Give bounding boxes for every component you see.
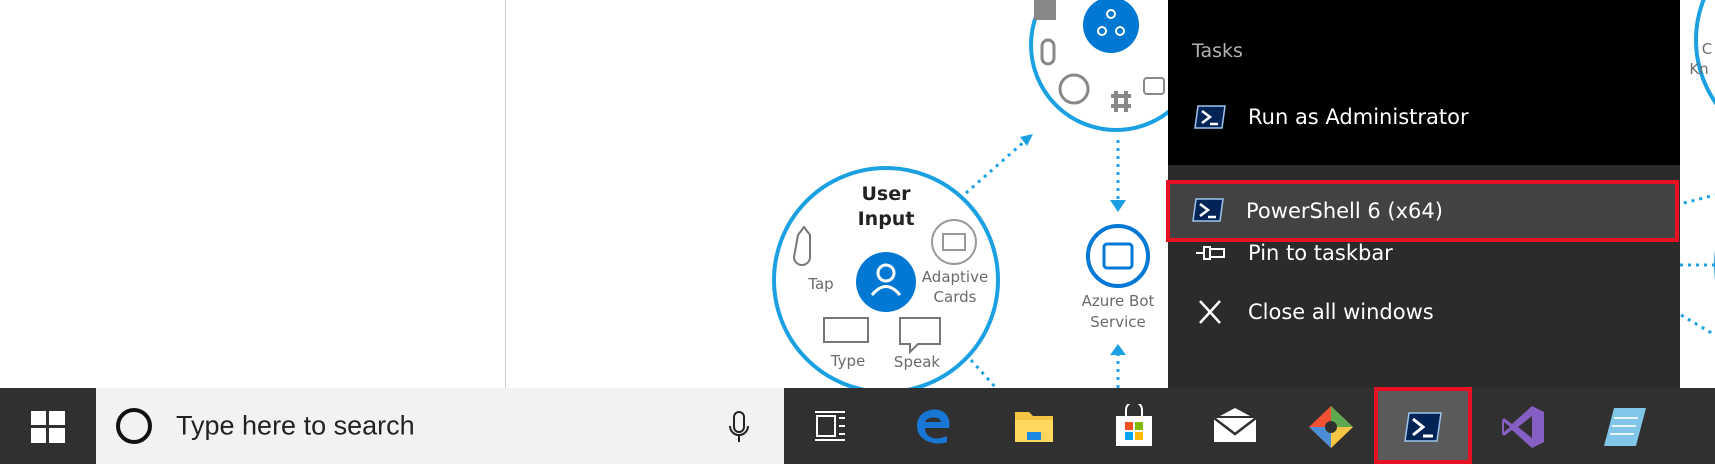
type-label: Type: [830, 352, 866, 370]
taskbar-search-box[interactable]: Type here to search: [96, 388, 784, 464]
task-view-icon: [815, 411, 845, 441]
powershell-6-label: PowerShell 6 (x64): [1246, 199, 1443, 223]
mail-icon: [1213, 408, 1257, 442]
right-edge-label-1: C: [1701, 40, 1713, 58]
tap-label: Tap: [808, 275, 834, 293]
adaptive-cards-label-1: Adaptive: [921, 268, 989, 286]
start-button[interactable]: [0, 388, 96, 464]
microphone-icon[interactable]: [728, 410, 750, 444]
chat-icon: [1143, 77, 1165, 95]
close-icon: [1199, 300, 1221, 324]
powershell-6-item[interactable]: PowerShell 6 (x64): [1166, 180, 1679, 242]
store-icon: [1116, 404, 1152, 446]
search-placeholder: Type here to search: [176, 410, 415, 441]
close-all-windows-label: Close all windows: [1248, 300, 1434, 324]
edge-button[interactable]: [889, 388, 977, 464]
speech-bubble-icon: [899, 317, 941, 355]
keyboard-icon: [823, 317, 869, 343]
right-edge-label-2: Kn: [1689, 60, 1709, 78]
notepad-button[interactable]: [1582, 388, 1670, 464]
teams-icon: [1034, 0, 1056, 20]
adaptive-cards-icon: [931, 219, 977, 265]
user-input-title-2: Input: [857, 208, 915, 230]
file-explorer-icon: [1015, 412, 1053, 442]
edge-icon: [917, 409, 950, 444]
jumplist-tasks-section: Tasks Run as Administrator: [1168, 0, 1680, 165]
pin-icon: [1196, 246, 1225, 260]
run-as-administrator-label: Run as Administrator: [1248, 105, 1469, 129]
mail-button[interactable]: [1190, 388, 1278, 464]
channels-hub-icon: [1083, 0, 1139, 53]
slack-icon: [1111, 91, 1131, 112]
pin-to-taskbar-label: Pin to taskbar: [1248, 241, 1393, 265]
powershell-taskbar-button[interactable]: [1374, 387, 1472, 464]
jumplist-tasks-header: Tasks: [1192, 40, 1243, 62]
cortana-icon: [116, 408, 152, 444]
adaptive-cards-label-2: Cards: [933, 288, 977, 306]
powershell-icon: [1194, 105, 1226, 129]
speak-label: Speak: [893, 353, 941, 371]
git-icon: [1309, 406, 1353, 448]
run-as-administrator-item[interactable]: Run as Administrator: [1168, 89, 1680, 145]
tap-icon: [792, 225, 811, 266]
task-view-button[interactable]: [786, 388, 874, 464]
skype-icon: [1058, 73, 1090, 105]
mic-icon: [1040, 38, 1056, 66]
azure-bot-service-icon: [1086, 224, 1150, 288]
notepad-icon: [1604, 408, 1646, 446]
windows-logo-icon: [31, 411, 65, 443]
close-all-windows-item[interactable]: Close all windows: [1168, 284, 1680, 340]
azure-bot-label-1: Azure Bot: [1081, 292, 1155, 310]
store-button[interactable]: [1090, 388, 1178, 464]
user-input-title-1: User: [861, 183, 911, 205]
file-explorer-button[interactable]: [990, 388, 1078, 464]
azure-bot-label-2: Service: [1090, 313, 1146, 331]
visual-studio-button[interactable]: [1478, 388, 1566, 464]
left-pane: [0, 0, 506, 388]
powershell-icon: [1192, 198, 1224, 222]
visual-studio-icon: [1502, 406, 1544, 448]
git-button[interactable]: [1287, 388, 1375, 464]
powershell-icon: [1404, 412, 1442, 442]
